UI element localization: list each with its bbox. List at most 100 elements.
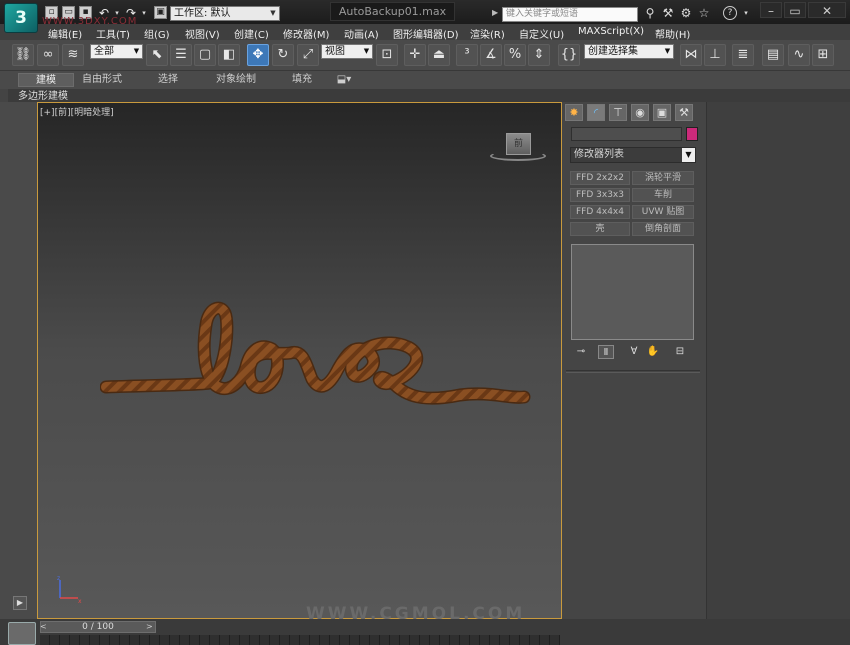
- edit-named-selection-icon[interactable]: {}: [558, 44, 580, 66]
- angle-snap-icon[interactable]: ∡: [480, 44, 502, 66]
- modifier-list-value: 修改器列表: [574, 149, 624, 160]
- app-logo-button[interactable]: 3: [4, 3, 38, 33]
- configure-modifier-sets-icon[interactable]: ⊟: [672, 345, 688, 359]
- object-color-swatch[interactable]: [686, 127, 698, 141]
- show-end-result-icon[interactable]: Ⅱ: [598, 345, 614, 359]
- search-input[interactable]: 键入关键字或短语: [502, 7, 638, 22]
- ribbon-tab-populate[interactable]: 填充: [280, 73, 324, 87]
- display-tab-icon[interactable]: ▣: [653, 104, 671, 121]
- project-folder-icon[interactable]: ▣: [154, 6, 167, 19]
- named-selection-dropdown[interactable]: 创建选择集 ▼: [584, 44, 674, 59]
- minimize-button[interactable]: –: [760, 2, 782, 18]
- pin-stack-icon[interactable]: ⊸: [573, 345, 589, 359]
- modifier-button-ffd2[interactable]: FFD 2x2x2: [570, 171, 630, 185]
- workspace-dropdown[interactable]: 工作区: 默认 ▼: [170, 6, 280, 21]
- snaps-toggle-icon[interactable]: ³: [456, 44, 478, 66]
- menu-rendering[interactable]: 渲染(R): [470, 26, 505, 41]
- object-name-field[interactable]: [571, 127, 682, 141]
- rope-stroke: [101, 303, 529, 404]
- rollout-separator: [566, 370, 700, 373]
- search-expand-icon[interactable]: ▶: [492, 8, 498, 17]
- modifier-button-uvw-map[interactable]: UVW 贴图: [632, 205, 694, 219]
- previous-frame-icon[interactable]: <: [40, 621, 50, 633]
- keyboard-shortcut-override-icon[interactable]: ⏏: [428, 44, 450, 66]
- expand-arrow-icon[interactable]: ▶: [13, 596, 27, 610]
- window-crossing-icon[interactable]: ◧: [218, 44, 240, 66]
- percent-snap-icon[interactable]: %: [504, 44, 526, 66]
- unlink-selection-icon[interactable]: ∞: [37, 44, 59, 66]
- select-and-scale-icon[interactable]: ⤢: [297, 44, 319, 66]
- hierarchy-tab-icon[interactable]: ⊤: [609, 104, 627, 121]
- menu-create[interactable]: 创建(C): [234, 26, 269, 41]
- bind-space-warp-icon[interactable]: ≋: [62, 44, 84, 66]
- remove-modifier-icon[interactable]: ✋: [645, 345, 661, 359]
- menu-group[interactable]: 组(G): [144, 26, 170, 41]
- ribbon-panel-label[interactable]: 多边形建模: [18, 87, 68, 102]
- maximize-button[interactable]: ▭: [784, 2, 806, 18]
- select-manipulate-icon[interactable]: ✛: [404, 44, 426, 66]
- menu-modifiers[interactable]: 修改器(M): [283, 26, 329, 41]
- modifier-button-ffd3[interactable]: FFD 3x3x3: [570, 188, 630, 202]
- curve-editor-icon[interactable]: ∿: [788, 44, 810, 66]
- close-button[interactable]: ✕: [808, 2, 846, 18]
- select-and-link-icon[interactable]: ⛓: [12, 44, 34, 66]
- create-tab-icon[interactable]: ✸: [565, 104, 583, 121]
- spinner-snap-icon[interactable]: ⇕: [528, 44, 550, 66]
- modifier-button-bevel-profile[interactable]: 倒角剖面: [632, 222, 694, 236]
- layer-manager-icon[interactable]: ≣: [732, 44, 754, 66]
- time-slider[interactable]: 0 / 100: [40, 621, 156, 633]
- selection-filter-dropdown[interactable]: 全部 ▼: [90, 44, 143, 59]
- menu-help[interactable]: 帮助(H): [655, 26, 690, 41]
- communication-icon[interactable]: ⚙: [679, 6, 693, 20]
- help-dropdown-icon[interactable]: ▾: [739, 6, 753, 20]
- ribbon-options-icon[interactable]: ⬓▾: [332, 73, 356, 87]
- mirror-icon[interactable]: ⋈: [680, 44, 702, 66]
- menu-views[interactable]: 视图(V): [185, 26, 220, 41]
- rectangular-selection-icon[interactable]: ▢: [194, 44, 216, 66]
- utilities-tab-icon[interactable]: ⚒: [675, 104, 693, 121]
- menu-graph-editors[interactable]: 图形编辑器(D): [393, 26, 459, 41]
- ribbon-tab-selection[interactable]: 选择: [140, 73, 196, 87]
- selection-filter-value: 全部: [94, 46, 114, 57]
- graphite-modeling-icon[interactable]: ▤: [762, 44, 784, 66]
- ribbon-tab-object-paint[interactable]: 对象绘制: [206, 73, 266, 87]
- favorites-star-icon[interactable]: ☆: [697, 6, 711, 20]
- motion-tab-icon[interactable]: ◉: [631, 104, 649, 121]
- menu-customize[interactable]: 自定义(U): [519, 26, 564, 41]
- select-by-name-icon[interactable]: ☰: [170, 44, 192, 66]
- binoculars-icon[interactable]: ⚲: [643, 6, 657, 20]
- ribbon-panel: [8, 89, 850, 102]
- select-object-icon[interactable]: ⬉: [146, 44, 168, 66]
- next-frame-icon[interactable]: >: [146, 621, 156, 633]
- pivot-center-icon[interactable]: ⊡: [376, 44, 398, 66]
- modifier-list-dropdown[interactable]: 修改器列表 ▼: [570, 147, 696, 163]
- align-icon[interactable]: ⊥: [704, 44, 726, 66]
- modifier-stack-list[interactable]: [571, 244, 694, 340]
- modifier-button-turbosmooth[interactable]: 涡轮平滑: [632, 171, 694, 185]
- reference-coordinate-dropdown[interactable]: 视图 ▼: [321, 44, 373, 59]
- subscription-icon[interactable]: ⚒: [661, 6, 675, 20]
- ribbon-tab-modeling[interactable]: 建模: [18, 73, 74, 87]
- modifier-button-ffd4[interactable]: FFD 4x4x4: [570, 205, 630, 219]
- modifier-button-shell[interactable]: 壳: [570, 222, 630, 236]
- redo-dropdown-icon[interactable]: ▾: [137, 6, 151, 20]
- workspace-label: 工作区: 默认: [174, 8, 231, 19]
- rope-love-model[interactable]: [100, 295, 540, 425]
- viewport-label[interactable]: [+][前][明暗处理]: [40, 105, 114, 118]
- help-icon[interactable]: ?: [723, 6, 737, 20]
- viewcube-compass-ring[interactable]: [490, 151, 546, 161]
- maxscript-listener-button[interactable]: [8, 622, 36, 645]
- menu-maxscript[interactable]: MAXScript(X): [578, 26, 644, 37]
- menu-animation[interactable]: 动画(A): [344, 26, 379, 41]
- menu-tools[interactable]: 工具(T): [96, 26, 130, 41]
- select-and-rotate-icon[interactable]: ↻: [272, 44, 294, 66]
- modifier-button-lathe[interactable]: 车削: [632, 188, 694, 202]
- track-bar[interactable]: [40, 635, 560, 645]
- modify-tab-icon[interactable]: ◜: [587, 104, 605, 121]
- ribbon-tab-freeform[interactable]: 自由形式: [74, 73, 130, 87]
- select-and-move-icon[interactable]: ✥: [247, 44, 269, 66]
- svg-text:x: x: [78, 598, 82, 604]
- schematic-view-icon[interactable]: ⊞: [812, 44, 834, 66]
- menu-edit[interactable]: 编辑(E): [48, 26, 82, 41]
- make-unique-icon[interactable]: ∀: [626, 345, 642, 359]
